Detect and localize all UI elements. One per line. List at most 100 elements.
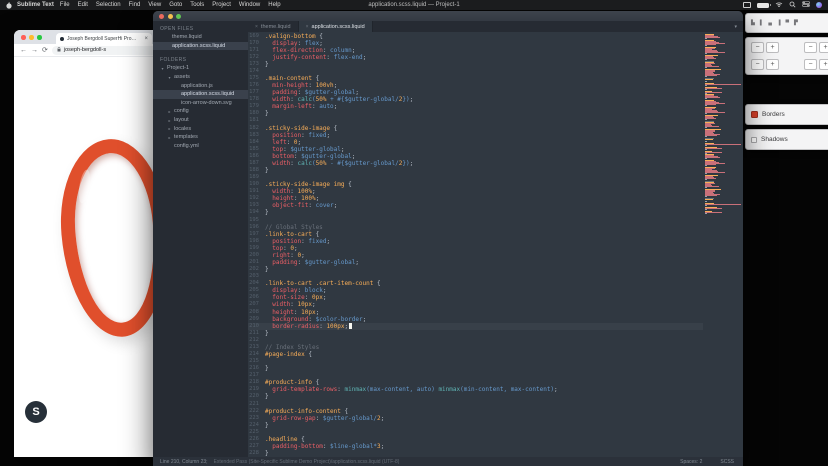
code-line-213[interactable]: 213// Index Styles (248, 344, 703, 351)
close-window-button[interactable] (159, 14, 164, 19)
code-line-211[interactable]: 211} (248, 330, 703, 337)
sidebar-folder-locales[interactable]: ▸locales (153, 124, 248, 133)
code-line-180[interactable]: 180} (248, 110, 703, 117)
apple-menu-icon[interactable] (6, 2, 12, 9)
align-icon[interactable]: ▌ (760, 20, 764, 26)
disclosure-triangle-icon[interactable]: ▸ (167, 135, 172, 140)
code-line-204[interactable]: 204.link-to-cart .cart-item-count { (248, 280, 703, 287)
plus-button[interactable]: + (766, 59, 779, 70)
code-line-198[interactable]: 198 position: fixed; (248, 238, 703, 245)
code-line-178[interactable]: 178 width: calc(50% + #{$gutter-global/2… (248, 96, 703, 103)
code-line-173[interactable]: 173} (248, 61, 703, 68)
code-line-205[interactable]: 205 display: block; (248, 287, 703, 294)
disclosure-triangle-icon[interactable]: ▸ (167, 118, 172, 123)
code-line-172[interactable]: 172 justify-content: flex-end; (248, 54, 703, 61)
sidebar-folder-config[interactable]: ▸config (153, 107, 248, 116)
code-line-225[interactable]: 225 (248, 429, 703, 436)
code-line-215[interactable]: 215 (248, 358, 703, 365)
code-line-195[interactable]: 195 (248, 217, 703, 224)
zoom-window-button[interactable] (176, 14, 181, 19)
minimize-window-button[interactable] (168, 14, 173, 19)
code-line-174[interactable]: 174 (248, 68, 703, 75)
tab-close-icon[interactable]: × (306, 24, 309, 30)
site-logo[interactable]: S (25, 401, 47, 423)
sidebar-folder-assets[interactable]: ▾assets (153, 73, 248, 82)
code-line-203[interactable]: 203 (248, 273, 703, 280)
menu-view[interactable]: View (148, 2, 161, 8)
sublime-title-bar[interactable] (153, 11, 743, 21)
code-line-176[interactable]: 176 min-height: 100vh; (248, 82, 703, 89)
code-line-217[interactable]: 217 (248, 372, 703, 379)
align-icon[interactable]: ▀ (786, 20, 790, 26)
align-icon[interactable]: ▐ (777, 20, 781, 26)
code-line-212[interactable]: 212 (248, 337, 703, 344)
code-line-181[interactable]: 181 (248, 117, 703, 124)
tab-overflow-icon[interactable]: ▾ (734, 24, 743, 30)
code-line-177[interactable]: 177 padding: $gutter-global; (248, 89, 703, 96)
search-icon[interactable] (789, 1, 796, 10)
minus-button[interactable]: − (751, 42, 764, 53)
menu-help[interactable]: Help (268, 2, 280, 8)
reload-icon[interactable]: ⟳ (42, 47, 48, 54)
checkbox[interactable] (751, 137, 757, 143)
tab-application-scss[interactable]: × application.scss.liquid (299, 21, 373, 32)
menu-file[interactable]: File (60, 2, 70, 8)
app-menu-title[interactable]: Sublime Text (17, 2, 54, 8)
code-line-179[interactable]: 179 margin-left: auto; (248, 103, 703, 110)
code-line-185[interactable]: 185 top: $gutter-global; (248, 146, 703, 153)
sidebar-folder-Project-1[interactable]: ▾Project-1 (153, 64, 248, 73)
code-line-193[interactable]: 193 object-fit: cover; (248, 202, 703, 209)
code-line-223[interactable]: 223 grid-row-gap: $gutter-global/2; (248, 415, 703, 422)
code-line-191[interactable]: 191 width: 100%; (248, 188, 703, 195)
code-line-184[interactable]: 184 left: 0; (248, 139, 703, 146)
sidebar-folder-templates[interactable]: ▸templates (153, 133, 248, 142)
wifi-icon[interactable] (775, 1, 783, 9)
sidebar-file-application.js[interactable]: application.js (153, 81, 248, 90)
code-line-206[interactable]: 206 font-size: 0px; (248, 294, 703, 301)
tab-theme-liquid[interactable]: × theme.liquid (248, 21, 299, 32)
code-line-186[interactable]: 186 bottom: $gutter-global; (248, 153, 703, 160)
menu-find[interactable]: Find (129, 2, 141, 8)
borders-section[interactable]: Borders (745, 104, 828, 125)
code-line-221[interactable]: 221 (248, 401, 703, 408)
code-line-190[interactable]: 190.sticky-side-image img { (248, 181, 703, 188)
code-line-194[interactable]: 194} (248, 209, 703, 216)
sidebar-file-config.yml[interactable]: config.yml (153, 142, 248, 151)
menu-project[interactable]: Project (212, 2, 231, 8)
code-line-214[interactable]: 214#page-index { (248, 351, 703, 358)
plus-button[interactable]: + (819, 59, 828, 70)
code-line-170[interactable]: 170 display: flex; (248, 40, 703, 47)
open-file-application-scss[interactable]: application.scss.liquid (153, 42, 248, 51)
code-line-197[interactable]: 197.link-to-cart { (248, 231, 703, 238)
code-line-175[interactable]: 175.main-content { (248, 75, 703, 82)
zoom-window-button[interactable] (37, 35, 42, 40)
code-line-202[interactable]: 202} (248, 266, 703, 273)
menu-tools[interactable]: Tools (190, 2, 204, 8)
browser-tab[interactable]: Joseph Bergdoll SuperHi Pro… × (56, 33, 152, 44)
plus-button[interactable]: + (819, 42, 828, 53)
tab-close-icon[interactable]: × (144, 36, 148, 42)
display-icon[interactable] (743, 2, 751, 8)
forward-icon[interactable]: → (31, 47, 38, 54)
code-line-196[interactable]: 196// Global Styles (248, 224, 703, 231)
disclosure-triangle-icon[interactable]: ▾ (160, 66, 165, 71)
code-line-209[interactable]: 209 background: $color-border; (248, 316, 703, 323)
code-line-210[interactable]: 210 border-radius: 100px; (248, 323, 703, 330)
code-line-187[interactable]: 187 width: calc(50% - #{$gutter-global/2… (248, 160, 703, 167)
code-line-208[interactable]: 208 height: 10px; (248, 309, 703, 316)
minus-button[interactable]: − (804, 59, 817, 70)
syntax-setting[interactable]: SCSS (720, 459, 734, 465)
sidebar-file-icon-arrow-down.svg[interactable]: icon-arrow-down.svg (153, 99, 248, 108)
tab-close-icon[interactable]: × (255, 24, 258, 30)
code-editor[interactable]: 169.valign-bottom {170 display: flex;171… (248, 32, 743, 457)
code-line-207[interactable]: 207 width: 10px; (248, 301, 703, 308)
align-icon[interactable]: ▙ (751, 20, 755, 26)
code-area[interactable]: 169.valign-bottom {170 display: flex;171… (248, 32, 703, 457)
disclosure-triangle-icon[interactable]: ▾ (167, 75, 172, 80)
code-line-200[interactable]: 200 right: 0; (248, 252, 703, 259)
code-line-183[interactable]: 183 position: fixed; (248, 132, 703, 139)
control-center-icon[interactable] (802, 1, 810, 9)
code-line-228[interactable]: 228} (248, 450, 703, 457)
align-icon[interactable]: ▛ (794, 20, 798, 26)
sidebar-folder-layout[interactable]: ▸layout (153, 116, 248, 125)
